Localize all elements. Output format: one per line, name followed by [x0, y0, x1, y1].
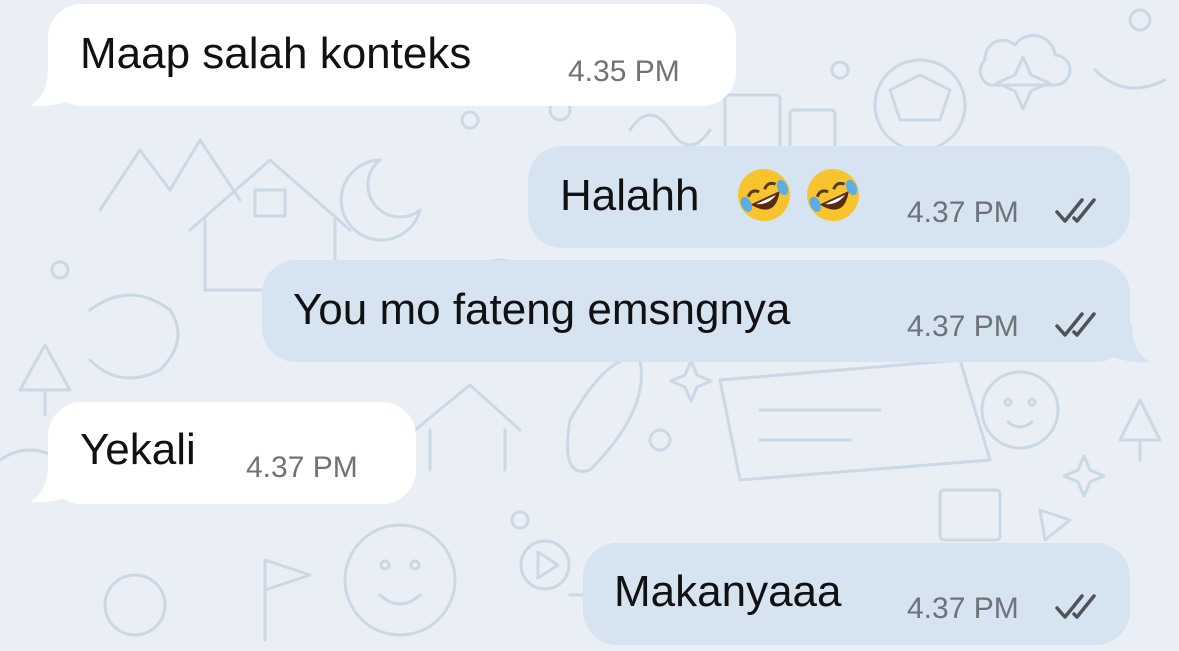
rolling-on-floor-laughing-emoji: [738, 169, 790, 221]
message-text: Halahh: [560, 174, 699, 218]
message-timestamp: 4.37 PM: [907, 592, 1019, 625]
message-timestamp: 4.35 PM: [568, 55, 680, 88]
message-text: Maap salah konteks: [80, 29, 472, 78]
message-text: Makanyaaa: [614, 567, 842, 616]
chat-message-list[interactable]: Maap salah konteks 4.35 PM Halahh 4.37 P…: [0, 0, 1179, 651]
message-timestamp: 4.37 PM: [907, 196, 1019, 229]
message-text: You mo fateng emsngnya: [293, 285, 791, 334]
double-check-icon: [1055, 594, 1096, 619]
message-timestamp: 4.37 PM: [907, 310, 1019, 343]
rolling-on-floor-laughing-emoji: [807, 169, 859, 221]
message-text-content: Halahh: [560, 171, 700, 220]
message-timestamp: 4.37 PM: [246, 451, 358, 484]
double-check-icon: [1055, 312, 1096, 337]
message-text: Yekali: [80, 425, 196, 474]
double-check-icon: [1055, 198, 1096, 223]
